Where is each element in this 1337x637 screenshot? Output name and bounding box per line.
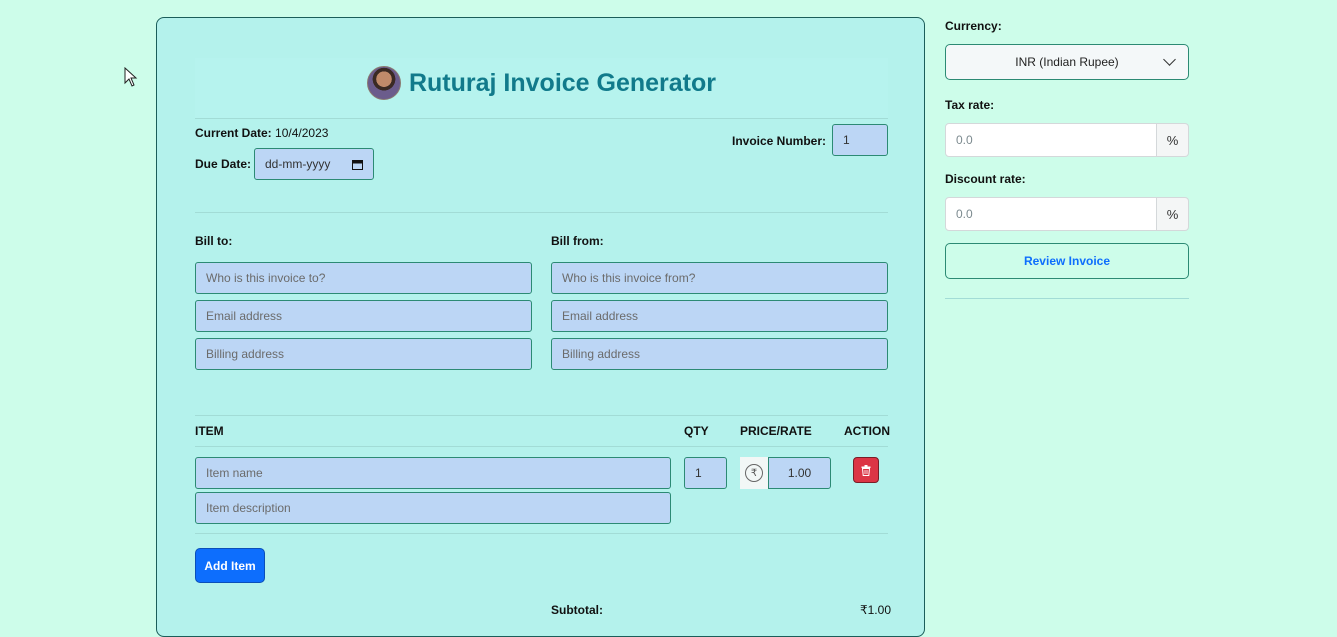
subtotal-value: ₹1.00 xyxy=(860,603,891,617)
invoice-number-label: Invoice Number: xyxy=(732,134,827,148)
bill-from-label: Bill from: xyxy=(551,234,604,248)
current-date-value: 10/4/2023 xyxy=(275,126,329,140)
add-item-button[interactable]: Add Item xyxy=(195,548,265,583)
bill-to-address-input[interactable] xyxy=(195,338,532,370)
review-invoice-button[interactable]: Review Invoice xyxy=(945,243,1189,279)
page-title: Ruturaj Invoice Generator xyxy=(408,68,717,97)
bill-to-name-input[interactable] xyxy=(195,262,532,294)
currency-selected-value: INR (Indian Rupee) xyxy=(1015,55,1119,69)
table-header-border xyxy=(195,446,888,447)
item-description-input[interactable] xyxy=(195,492,671,524)
table-top-border xyxy=(195,415,888,416)
due-date-input[interactable]: dd-mm-yyyy xyxy=(254,148,374,180)
item-name-input[interactable] xyxy=(195,457,671,489)
calendar-icon[interactable] xyxy=(352,159,363,170)
current-date: Current Date: 10/4/2023 xyxy=(195,126,328,140)
tax-percent-suffix: % xyxy=(1157,123,1189,157)
due-date-placeholder: dd-mm-yyyy xyxy=(265,157,331,171)
bill-to-label: Bill to: xyxy=(195,234,233,248)
header: Ruturaj Invoice Generator xyxy=(195,58,888,119)
currency-select[interactable]: INR (Indian Rupee) xyxy=(945,44,1189,80)
bill-from-address-input[interactable] xyxy=(551,338,888,370)
bill-from-email-input[interactable] xyxy=(551,300,888,332)
currency-label: Currency: xyxy=(945,19,1002,33)
invoice-card: Ruturaj Invoice Generator Current Date: … xyxy=(156,17,925,637)
mouse-pointer-icon xyxy=(124,67,138,87)
tax-rate-input[interactable] xyxy=(945,123,1157,157)
currency-prefix: ₹ xyxy=(740,457,768,489)
table-bottom-border xyxy=(195,533,888,534)
tax-rate-label: Tax rate: xyxy=(945,98,995,112)
discount-rate-label: Discount rate: xyxy=(945,172,1026,186)
avatar xyxy=(366,66,401,100)
side-divider xyxy=(945,298,1189,299)
column-header-price: PRICE/RATE xyxy=(740,424,812,438)
chevron-down-icon xyxy=(1163,53,1176,66)
due-date-label: Due Date: xyxy=(195,157,252,171)
bill-from-name-input[interactable] xyxy=(551,262,888,294)
invoice-number-input[interactable] xyxy=(832,124,888,156)
column-header-action: ACTION xyxy=(844,424,890,438)
divider xyxy=(195,212,888,213)
subtotal-label: Subtotal: xyxy=(551,603,603,617)
delete-item-button[interactable] xyxy=(853,457,879,483)
item-price-input[interactable] xyxy=(768,457,831,489)
bill-to-email-input[interactable] xyxy=(195,300,532,332)
current-date-label: Current Date: xyxy=(195,126,272,140)
item-qty-input[interactable] xyxy=(684,457,727,489)
discount-rate-input[interactable] xyxy=(945,197,1157,231)
rupee-icon: ₹ xyxy=(745,464,763,482)
column-header-item: ITEM xyxy=(195,424,224,438)
trash-icon xyxy=(861,464,871,476)
column-header-qty: QTY xyxy=(684,424,709,438)
discount-percent-suffix: % xyxy=(1157,197,1189,231)
